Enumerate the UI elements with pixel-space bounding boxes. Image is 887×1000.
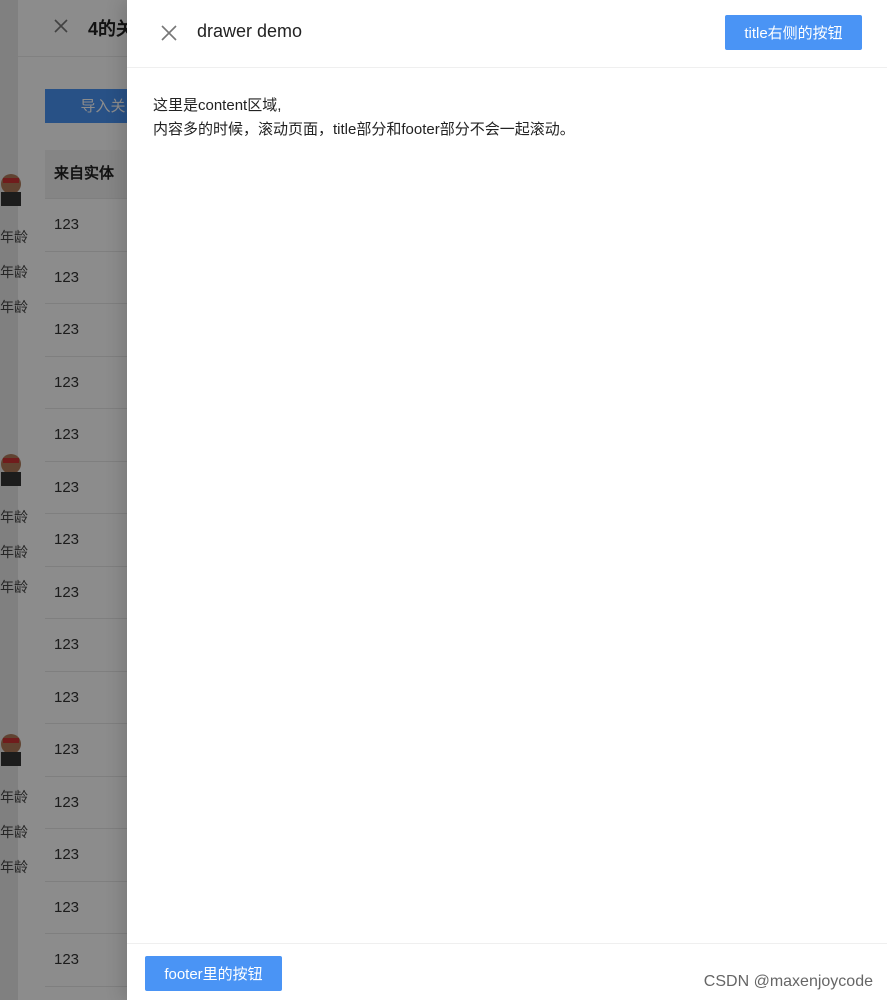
drawer-content: 这里是content区域, 内容多的时候，滚动页面，title部分和footer…	[153, 94, 575, 142]
footer-button[interactable]: footer里的按钮	[145, 956, 282, 991]
watermark: CSDN @maxenjoycode	[703, 973, 873, 990]
drawer-footer: footer里的按钮 CSDN @maxenjoycode	[127, 943, 887, 1000]
title-right-button[interactable]: title右侧的按钮	[725, 15, 862, 50]
close-icon[interactable]	[160, 24, 178, 42]
content-line: 内容多的时候，滚动页面，title部分和footer部分不会一起滚动。	[153, 121, 575, 138]
drawer-panel: drawer demo title右侧的按钮 这里是content区域, 内容多…	[127, 0, 887, 1000]
drawer-title: drawer demo	[197, 21, 303, 41]
content-line: 这里是content区域,	[153, 97, 282, 114]
drawer-header: drawer demo title右侧的按钮	[127, 0, 887, 68]
